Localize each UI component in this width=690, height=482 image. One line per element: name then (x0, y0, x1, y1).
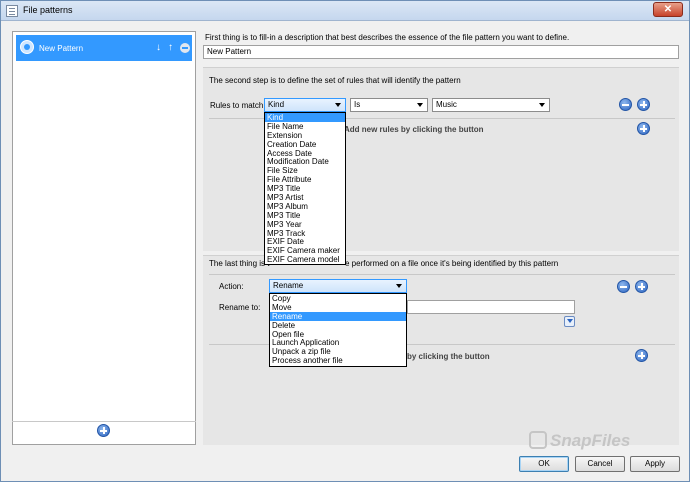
rule-operator-value: Is (354, 100, 361, 109)
rule-field-value: Kind (268, 100, 285, 109)
chevron-down-icon (415, 100, 426, 110)
apply-button[interactable]: Apply (630, 456, 680, 472)
cancel-button[interactable]: Cancel (575, 456, 625, 472)
dropdown-option[interactable]: Modification Date (265, 157, 345, 167)
file-patterns-window: File patterns ✕ New Pattern ↓ ↑ First th… (0, 0, 690, 482)
rule-operator-select[interactable]: Is (350, 98, 428, 112)
step2-instruction: The second step is to define the set of … (209, 76, 461, 85)
actions-divider-top (209, 274, 675, 275)
close-button[interactable]: ✕ (653, 2, 683, 17)
add-action-inline-button[interactable] (635, 280, 648, 293)
description-input[interactable]: New Pattern (203, 45, 679, 59)
dropdown-option[interactable]: MP3 Artist (265, 193, 345, 202)
snapfiles-logo-icon (529, 431, 547, 449)
step3-instruction-end: e performed on a file once it's being id… (345, 259, 559, 268)
action-select[interactable]: Rename (269, 279, 407, 293)
remove-rule-button[interactable] (619, 98, 632, 111)
title-bar: File patterns ✕ (1, 1, 689, 21)
rename-input[interactable] (407, 300, 575, 314)
action-label: Action: (219, 282, 244, 291)
dropdown-option[interactable]: Launch Application (270, 338, 406, 348)
add-actions-hint: by clicking the button (407, 352, 490, 361)
window-title: File patterns (23, 5, 73, 15)
watermark-text: SnapFiles (550, 431, 631, 450)
action-dropdown[interactable]: Copy Move Rename Delete Open file Launch… (269, 293, 407, 367)
dropdown-option[interactable]: File Size (265, 166, 345, 175)
chevron-down-icon (537, 100, 548, 110)
dropdown-option[interactable]: Unpack a zip file (270, 347, 406, 356)
dropdown-option[interactable]: MP3 Title (265, 184, 345, 193)
chevron-down-icon (333, 100, 344, 110)
pattern-list[interactable]: New Pattern ↓ ↑ (12, 31, 196, 445)
dropdown-option[interactable]: MP3 Title (265, 211, 345, 220)
dropdown-option[interactable]: EXIF Camera maker (265, 246, 345, 255)
rule-value-value: Music (436, 100, 457, 109)
move-up-icon[interactable]: ↑ (168, 42, 173, 53)
add-rule-button[interactable] (637, 122, 650, 135)
pattern-icon (20, 40, 34, 54)
add-action-button[interactable] (635, 349, 648, 362)
dropdown-option[interactable]: Copy (270, 294, 406, 303)
dropdown-option[interactable]: Delete (270, 321, 406, 330)
dropdown-option[interactable]: Process another file (270, 356, 406, 365)
dropdown-option[interactable]: Access Date (265, 149, 345, 158)
add-pattern-button[interactable] (97, 424, 110, 437)
step3-instruction-start: The last thing is t (209, 259, 270, 268)
app-icon (6, 5, 18, 17)
dropdown-option[interactable]: EXIF Date (265, 237, 345, 247)
add-rule-inline-button[interactable] (637, 98, 650, 111)
step1-instruction: First thing is to fill-in a description … (205, 33, 570, 42)
dropdown-option[interactable]: File Name (265, 122, 345, 131)
dropdown-option[interactable]: MP3 Year (265, 220, 345, 229)
rename-label: Rename to: (219, 303, 261, 312)
add-rules-hint: Add new rules by clicking the button (344, 125, 484, 134)
snapfiles-watermark: SnapFiles (529, 431, 630, 451)
dropdown-option[interactable]: EXIF Camera model (265, 255, 345, 264)
dropdown-option[interactable]: MP3 Album (265, 202, 345, 211)
dropdown-option[interactable]: Move (270, 303, 406, 312)
dropdown-option[interactable]: Kind (265, 113, 345, 122)
dropdown-option[interactable]: Open file (270, 330, 406, 339)
pattern-list-item[interactable]: New Pattern ↓ ↑ (16, 35, 192, 61)
remove-action-button[interactable] (617, 280, 630, 293)
dropdown-option[interactable]: Creation Date (265, 140, 345, 149)
dropdown-option[interactable]: Rename (270, 311, 406, 321)
rule-field-dropdown[interactable]: Kind File Name Extension Creation Date A… (264, 112, 346, 265)
dropdown-option[interactable]: File Attribute (265, 175, 345, 184)
pattern-label: New Pattern (39, 44, 84, 53)
rules-label: Rules to match: (210, 101, 266, 110)
chevron-down-icon (394, 281, 405, 291)
ok-button[interactable]: OK (519, 456, 569, 472)
action-value: Rename (273, 281, 304, 290)
rule-value-select[interactable]: Music (432, 98, 550, 112)
rule-field-select[interactable]: Kind (264, 98, 346, 112)
expand-options-icon[interactable] (564, 316, 575, 327)
dropdown-option[interactable]: MP3 Track (265, 229, 345, 238)
remove-pattern-icon[interactable] (180, 43, 190, 53)
dropdown-option[interactable]: Extension (265, 131, 345, 140)
move-down-icon[interactable]: ↓ (156, 42, 161, 53)
